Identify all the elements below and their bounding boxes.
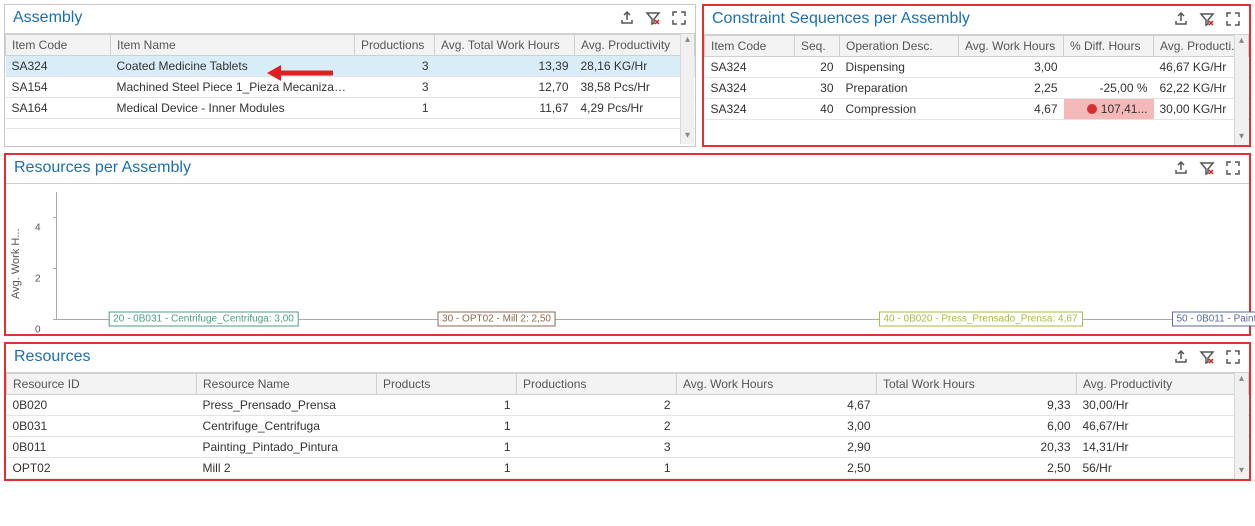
col-avg-hours[interactable]: Avg. Work Hours: [959, 36, 1064, 57]
expand-icon[interactable]: [1225, 349, 1241, 365]
export-icon[interactable]: [1173, 160, 1189, 176]
bar-label: 50 - 0B011 - Painting_Pintado_Pintura: 2…: [1172, 312, 1255, 327]
constraint-table[interactable]: Item Code Seq. Operation Desc. Avg. Work…: [704, 35, 1249, 120]
filter-clear-icon[interactable]: [645, 10, 661, 26]
col-op-desc[interactable]: Operation Desc.: [840, 36, 959, 57]
scrollbar[interactable]: ▴▾: [680, 34, 694, 144]
col-item-code[interactable]: Item Code: [6, 35, 111, 56]
assembly-header: Assembly: [5, 5, 695, 34]
resources-per-assembly-panel: Resources per Assembly Avg. Work H... 20…: [4, 153, 1251, 336]
table-row[interactable]: SA164Medical Device - Inner Modules111,6…: [6, 98, 695, 119]
expand-icon[interactable]: [1225, 11, 1241, 27]
col-res-name[interactable]: Resource Name: [197, 374, 377, 395]
export-icon[interactable]: [619, 10, 635, 26]
constraint-panel: Constraint Sequences per Assembly Item C…: [702, 4, 1251, 147]
chart[interactable]: Avg. Work H... 20 - 0B031 - Centrifuge_C…: [6, 184, 1249, 334]
col-avg-hours[interactable]: Avg. Total Work Hours: [435, 35, 575, 56]
bar-label: 20 - 0B031 - Centrifuge_Centrifuga: 3,00: [108, 312, 299, 327]
export-icon[interactable]: [1173, 11, 1189, 27]
col-avg-prod[interactable]: Avg. Productivity: [1077, 374, 1249, 395]
col-diff[interactable]: % Diff. Hours: [1064, 36, 1154, 57]
export-icon[interactable]: [1173, 349, 1189, 365]
table-row[interactable]: SA32440Compression4,67107,41...30,00 KG/…: [705, 99, 1249, 120]
resources-table[interactable]: Resource ID Resource Name Products Produ…: [6, 373, 1249, 479]
table-row[interactable]: SA32430Preparation2,25-25,00 %62,22 KG/H…: [705, 78, 1249, 99]
constraint-header: Constraint Sequences per Assembly: [704, 6, 1249, 35]
col-productions[interactable]: Productions: [355, 35, 435, 56]
filter-clear-icon[interactable]: [1199, 11, 1215, 27]
assembly-table[interactable]: Item Code Item Name Productions Avg. Tot…: [5, 34, 695, 129]
col-products[interactable]: Products: [377, 374, 517, 395]
col-res-id[interactable]: Resource ID: [7, 374, 197, 395]
scrollbar[interactable]: ▴▾: [1234, 373, 1248, 479]
assembly-panel: Assembly Item Code Item Name Productions…: [4, 4, 696, 147]
filter-clear-icon[interactable]: [1199, 160, 1215, 176]
bar-label: 30 - OPT02 - Mill 2: 2,50: [437, 312, 556, 327]
filter-clear-icon[interactable]: [1199, 349, 1215, 365]
table-row[interactable]: 0B011Painting_Pintado_Pintura132,9020,33…: [7, 437, 1249, 458]
table-row[interactable]: SA32420Dispensing3,0046,67 KG/Hr: [705, 57, 1249, 78]
table-row[interactable]: OPT02Mill 2112,502,5056/Hr: [7, 458, 1249, 479]
expand-icon[interactable]: [1225, 160, 1241, 176]
col-seq[interactable]: Seq.: [795, 36, 840, 57]
bar-label: 40 - 0B020 - Press_Prensado_Prensa: 4,67: [879, 312, 1083, 327]
alert-dot-icon: [1087, 104, 1097, 114]
col-productions[interactable]: Productions: [517, 374, 677, 395]
col-item-name[interactable]: Item Name: [111, 35, 355, 56]
expand-icon[interactable]: [671, 10, 687, 26]
table-row[interactable]: SA154Machined Steel Piece 1_Pieza Mecani…: [6, 77, 695, 98]
y-axis-label: Avg. Work H...: [10, 204, 22, 324]
col-total-hours[interactable]: Total Work Hours: [877, 374, 1077, 395]
col-avg-hours[interactable]: Avg. Work Hours: [677, 374, 877, 395]
table-row[interactable]: SA324Coated Medicine Tablets313,3928,16 …: [6, 56, 695, 77]
table-row[interactable]: 0B031Centrifuge_Centrifuga123,006,0046,6…: [7, 416, 1249, 437]
constraint-title: Constraint Sequences per Assembly: [712, 10, 1173, 28]
table-row[interactable]: 0B020Press_Prensado_Prensa124,679,3330,0…: [7, 395, 1249, 416]
scrollbar[interactable]: ▴▾: [1234, 35, 1248, 145]
resources-title: Resources: [14, 348, 1173, 366]
col-item-code[interactable]: Item Code: [705, 36, 795, 57]
chart-title: Resources per Assembly: [14, 159, 1173, 177]
resources-panel: Resources Resource ID Resource Name Prod…: [4, 342, 1251, 481]
col-avg-productivity[interactable]: Avg. Productivity: [575, 35, 695, 56]
assembly-title: Assembly: [13, 9, 619, 27]
